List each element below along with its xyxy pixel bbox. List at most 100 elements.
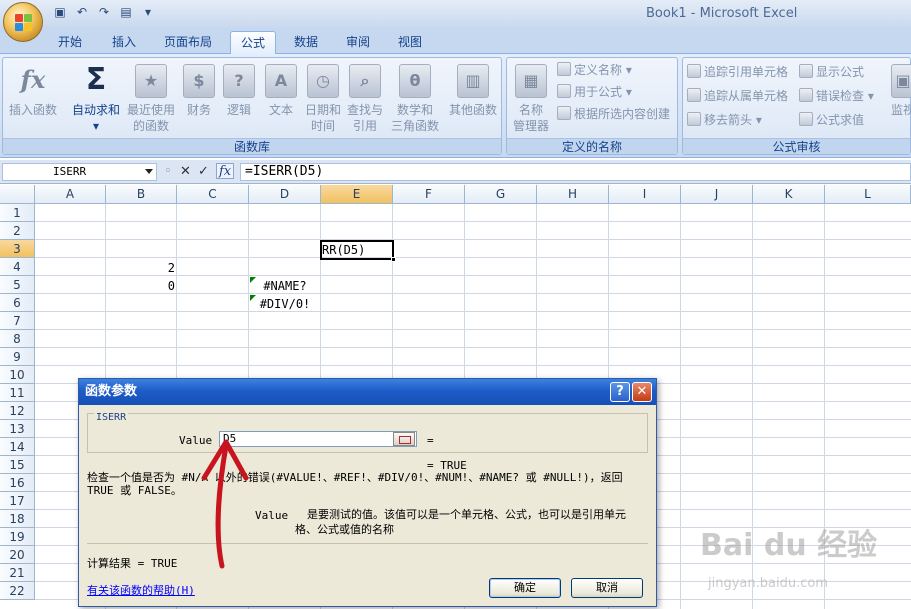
- row-header[interactable]: 4: [0, 258, 35, 276]
- create-from-selection-icon: [557, 106, 571, 120]
- cell-b5[interactable]: 0: [107, 277, 175, 295]
- function-library-label: 函数库: [3, 138, 501, 154]
- row-header[interactable]: 12: [0, 402, 35, 420]
- row-header[interactable]: 3: [0, 240, 35, 258]
- tab-data[interactable]: 数据: [284, 31, 328, 55]
- column-header[interactable]: G: [465, 185, 537, 204]
- cell-d5[interactable]: #NAME?: [250, 277, 320, 295]
- error-checking-button[interactable]: 错误检查 ▾: [799, 86, 874, 106]
- row-header[interactable]: 7: [0, 312, 35, 330]
- save-icon[interactable]: ▣: [52, 4, 68, 20]
- book-star-icon: ★: [135, 64, 167, 98]
- row-header[interactable]: 13: [0, 420, 35, 438]
- row-header[interactable]: 14: [0, 438, 35, 456]
- tab-view[interactable]: 视图: [388, 31, 432, 55]
- row-header[interactable]: 5: [0, 276, 35, 294]
- row-header[interactable]: 6: [0, 294, 35, 312]
- trace-precedents-button[interactable]: 追踪引用单元格: [687, 62, 788, 82]
- column-header[interactable]: H: [537, 185, 609, 204]
- column-header[interactable]: F: [393, 185, 465, 204]
- undo-icon[interactable]: ↶: [74, 4, 90, 20]
- column-header[interactable]: E: [321, 185, 393, 204]
- chevron-down-icon[interactable]: [145, 169, 153, 174]
- parameter-description-cont: 格、公式或值的名称: [295, 523, 394, 536]
- use-in-formula-button[interactable]: 用于公式 ▾: [557, 82, 632, 102]
- remove-arrows-button[interactable]: 移去箭头 ▾: [687, 110, 762, 130]
- column-header[interactable]: I: [609, 185, 681, 204]
- value-input[interactable]: D5: [219, 431, 417, 447]
- collapse-dialog-icon[interactable]: [393, 432, 415, 446]
- evaluate-formula-button[interactable]: 公式求值: [799, 110, 864, 130]
- row-header[interactable]: 20: [0, 546, 35, 564]
- more-functions-button[interactable]: ▥ 其他函数: [443, 62, 503, 118]
- dialog-title[interactable]: 函数参数: [79, 379, 656, 405]
- cancel-icon[interactable]: ✕: [180, 163, 191, 181]
- row-header[interactable]: 18: [0, 510, 35, 528]
- row-header[interactable]: 16: [0, 474, 35, 492]
- cell-b4[interactable]: 2: [107, 259, 175, 277]
- book-question-icon: ?: [223, 64, 255, 98]
- cancel-button[interactable]: 取消: [571, 578, 643, 598]
- define-name-button[interactable]: 定义名称 ▾: [557, 60, 632, 80]
- select-all-corner[interactable]: [0, 185, 35, 204]
- row-header[interactable]: 10: [0, 366, 35, 384]
- trace-dependents-icon: [687, 88, 701, 102]
- column-header[interactable]: C: [177, 185, 249, 204]
- row-gridline: [35, 365, 911, 366]
- tab-review[interactable]: 审阅: [336, 31, 380, 55]
- row-header[interactable]: 17: [0, 492, 35, 510]
- row-header[interactable]: 9: [0, 348, 35, 366]
- customize-qat-icon[interactable]: ▾: [140, 4, 156, 20]
- row-header[interactable]: 1: [0, 204, 35, 222]
- row-header[interactable]: 8: [0, 330, 35, 348]
- expand-handle-icon[interactable]: ◦: [164, 163, 172, 181]
- show-formulas-button[interactable]: 显示公式: [799, 62, 864, 82]
- column-header[interactable]: A: [35, 185, 106, 204]
- book-clock-icon: ◷: [307, 64, 339, 98]
- office-button[interactable]: [3, 2, 43, 42]
- column-header[interactable]: D: [249, 185, 321, 204]
- trace-precedents-icon: [687, 64, 701, 78]
- trace-dependents-button[interactable]: 追踪从属单元格: [687, 86, 788, 106]
- function-help-link[interactable]: 有关该函数的帮助(H): [87, 582, 195, 598]
- math-trig-button[interactable]: θ 数学和 三角函数: [385, 62, 445, 134]
- fx-icon[interactable]: fx: [216, 163, 235, 179]
- row-header[interactable]: 21: [0, 564, 35, 582]
- name-manager-button[interactable]: ▦ 名称 管理器: [507, 62, 555, 134]
- column-header[interactable]: J: [681, 185, 753, 204]
- autosum-button[interactable]: Σ 自动求和 ▾: [65, 62, 127, 134]
- window-title: Book1 - Microsoft Excel: [646, 6, 798, 21]
- formula-buttons: ◦ ✕ ✓ fx: [162, 163, 235, 181]
- row-header[interactable]: 22: [0, 582, 35, 600]
- office-logo-icon: [15, 14, 33, 32]
- row-header[interactable]: 15: [0, 456, 35, 474]
- row-header[interactable]: 19: [0, 528, 35, 546]
- tab-formulas[interactable]: 公式: [230, 31, 277, 55]
- create-from-selection-button[interactable]: 根据所选内容创建: [557, 104, 670, 124]
- row-gridline: [35, 347, 911, 348]
- tab-page-layout[interactable]: 页面布局: [154, 31, 222, 55]
- column-header[interactable]: B: [106, 185, 177, 204]
- row-header[interactable]: 2: [0, 222, 35, 240]
- column-header[interactable]: L: [825, 185, 911, 204]
- watch-window-button[interactable]: ▣ 监视: [883, 62, 911, 118]
- redo-icon[interactable]: ↷: [96, 4, 112, 20]
- tab-insert[interactable]: 插入: [102, 31, 146, 55]
- column-header[interactable]: K: [753, 185, 825, 204]
- remove-arrows-icon: [687, 112, 701, 126]
- formula-input[interactable]: =ISERR(D5): [240, 163, 911, 181]
- row-header[interactable]: 11: [0, 384, 35, 402]
- close-icon[interactable]: ✕: [632, 382, 652, 402]
- tab-home[interactable]: 开始: [48, 31, 92, 55]
- value-equals: =: [427, 434, 434, 447]
- formula-bar: ISERR ◦ ✕ ✓ fx =ISERR(D5): [0, 160, 911, 184]
- help-icon[interactable]: ?: [610, 382, 630, 402]
- insert-function-button[interactable]: fx 插入函数: [5, 62, 61, 118]
- title-bar: ▣ ↶ ↷ ▤ ▾ Book1 - Microsoft Excel: [0, 0, 911, 42]
- ok-button[interactable]: 确定: [489, 578, 561, 598]
- print-preview-icon[interactable]: ▤: [118, 4, 134, 20]
- enter-check-icon[interactable]: ✓: [198, 163, 209, 181]
- name-box[interactable]: ISERR: [2, 163, 157, 181]
- cell-e3[interactable]: RR(D5): [322, 241, 392, 259]
- cell-d6[interactable]: #DIV/0!: [250, 295, 320, 313]
